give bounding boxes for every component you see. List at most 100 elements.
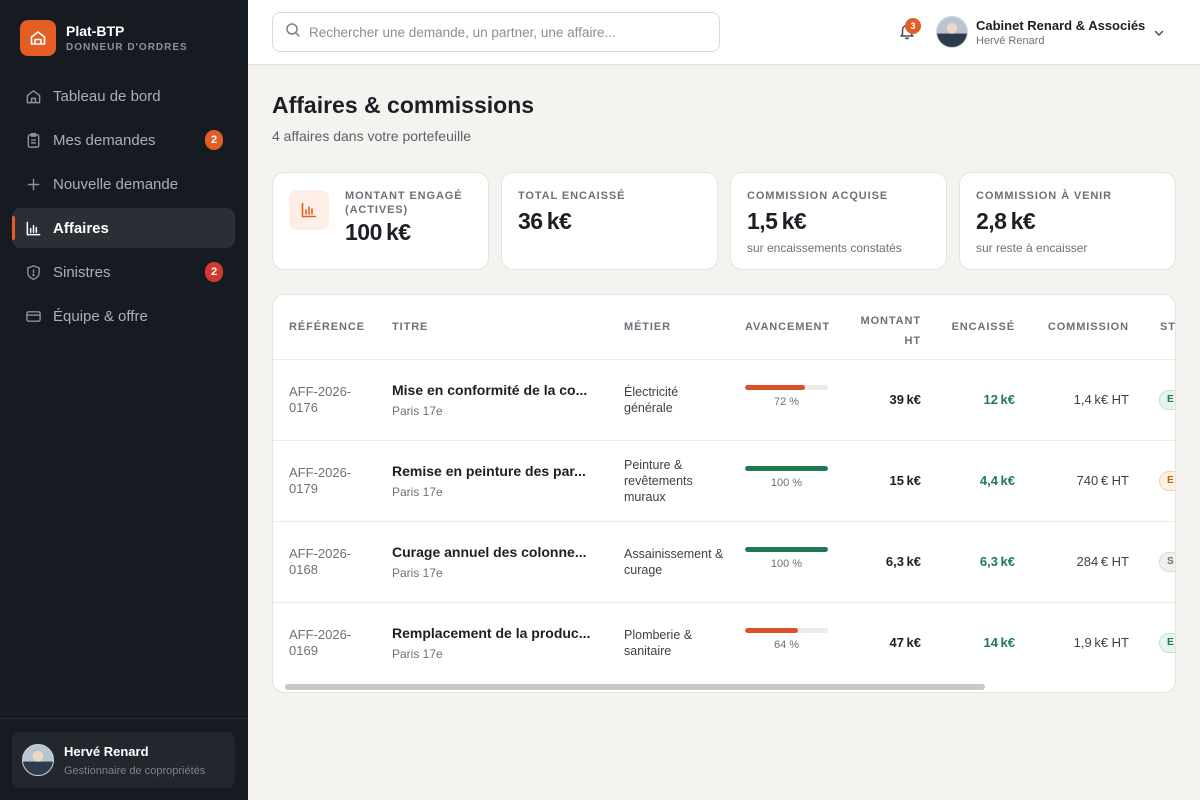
progress-fill [745,385,805,390]
commission: 740 € HT [1076,473,1129,488]
progress: 100 % [745,466,829,489]
stat-value: 36 k€ [518,208,572,234]
progress: 72 % [745,385,829,408]
building-icon [20,20,56,56]
sidebar-item-sinistres[interactable]: Sinistres 2 [12,252,235,292]
sidebar-item-label: Affaires [53,219,109,237]
search-icon [285,22,301,43]
column-header-metier[interactable]: MÉTIER [624,321,671,333]
stat-value: 1,5 k€ [747,208,807,234]
metier: Électricité générale [624,385,679,415]
reference-line: AFF-2026- [289,627,352,642]
metier: Plomberie & sanitaire [624,628,693,658]
stat-label: COMMISSION ACQUISE [747,190,889,202]
sidebar-item-tableau-de-bord[interactable]: Tableau de bord [12,76,235,116]
sidebar: Plat-BTP DONNEUR D'ORDRES Tableau de bor… [0,0,248,800]
reference-line: 0168 [289,562,318,577]
table-row[interactable]: AFF-2026- 0169 Remplacement de la produc… [273,602,1175,683]
reference-line: AFF-2026- [289,384,352,399]
horizontal-scrollbar[interactable] [285,684,985,690]
table-row[interactable]: AFF-2026- 0176 Mise en conformité de la … [273,359,1175,440]
affaire-title: Mise en conformité de la co... [392,382,588,398]
table-row[interactable]: AFF-2026- 0168 Curage annuel des colonne… [273,521,1175,602]
commission: 284 € HT [1076,554,1129,569]
progress-label: 72 % [773,396,800,408]
progress-fill [745,466,828,471]
reference-line: AFF-2026- [289,546,352,561]
account-user: Hervé Renard [976,34,1045,47]
table-row[interactable]: AFF-2026- 0179 Remise en peinture des pa… [273,440,1175,521]
column-header-commission[interactable]: COMMISSION [1033,321,1129,333]
home-icon [24,87,42,105]
plus-icon [24,175,42,193]
encaisse: 6,3 k€ [979,554,1015,569]
montant-ht: 15 k€ [889,473,921,488]
search-input[interactable] [309,24,709,40]
column-header-avancement[interactable]: AVANCEMENT [745,321,830,333]
reference: AFF-2026- 0176 [289,384,379,416]
encaisse: 14 k€ [983,635,1015,650]
stat-note: sur reste à encaisser [976,241,1088,255]
affaire-title: Curage annuel des colonne... [392,544,587,560]
sidebar-item-label: Sinistres [53,263,111,281]
account-menu[interactable]: Cabinet Renard & Associés Hervé Renard [936,16,1145,48]
page-subtitle: 4 affaires dans votre portefeuille [272,128,471,144]
sidebar-item-affaires[interactable]: Affaires [12,208,235,248]
progress-fill [745,547,828,552]
affaire-title: Remise en peinture des par... [392,463,586,479]
column-header-titre[interactable]: TITRE [392,321,428,333]
montant-ht: 39 k€ [889,392,921,407]
count-badge: 2 [205,130,223,150]
progress: 64 % [745,628,829,651]
stat-card-montant-engage: MONTANT ENGAGÉ (ACTIVES) 100 k€ [272,172,489,270]
count-badge: 2 [205,262,223,282]
status-badge: E [1159,633,1175,653]
reference-line: 0179 [289,481,318,496]
search-bar[interactable] [272,12,720,52]
encaisse: 12 k€ [983,392,1015,407]
sidebar-item-equipe-offre[interactable]: Équipe & offre [12,296,235,336]
metier: Assainissement & curage [624,547,724,577]
user-role: Gestionnaire de copropriétés [64,764,206,777]
column-header-montant-ht[interactable]: MONTANT HT [833,311,921,351]
column-header-encaisse[interactable]: ENCAISSÉ [933,321,1015,333]
stat-note: sur encaissements constatés [747,241,902,255]
stat-value: 2,8 k€ [976,208,1036,234]
progress-track [745,385,828,390]
avatar [22,744,54,776]
progress-label: 100 % [770,477,803,489]
commission: 1,4 k€ HT [1073,392,1129,407]
status-badge: E [1159,390,1175,410]
column-header-line: HT [904,335,921,347]
progress-label: 64 % [773,639,800,651]
chevron-down-icon[interactable] [1153,26,1165,44]
reference: AFF-2026- 0168 [289,546,379,578]
brand-subtitle: DONNEUR D'ORDRES [66,42,188,53]
sidebar-item-label: Tableau de bord [53,87,161,105]
bar-chart-icon [289,190,329,230]
progress: 100 % [745,547,829,570]
affaire-location: Paris 17e [392,485,443,499]
reference-line: 0176 [289,400,318,415]
column-header-reference[interactable]: RÉFÉRENCE [289,321,365,333]
affaire-title: Remplacement de la produc... [392,625,591,641]
topbar: 3 Cabinet Renard & Associés Hervé Renard [248,0,1200,65]
stat-label: MONTANT ENGAGÉ (ACTIVES) [345,190,463,216]
sidebar-item-mes-demandes[interactable]: Mes demandes 2 [12,120,235,160]
page-title: Affaires & commissions [272,92,535,118]
brand[interactable]: Plat-BTP DONNEUR D'ORDRES [20,20,188,56]
status-badge: E [1159,471,1175,491]
user-card[interactable]: Hervé Renard Gestionnaire de copropriété… [12,732,235,788]
montant-ht: 47 k€ [889,635,921,650]
stat-card-total-encaisse: TOTAL ENCAISSÉ 36 k€ [501,172,718,270]
progress-label: 100 % [770,558,803,570]
reference: AFF-2026- 0169 [289,627,379,659]
shield-icon [24,263,42,281]
progress-track [745,628,828,633]
sidebar-item-nouvelle-demande[interactable]: Nouvelle demande [12,164,235,204]
sidebar-item-label: Nouvelle demande [53,175,179,193]
bar-chart-icon [24,219,42,237]
column-header-statut[interactable]: ST [1160,321,1175,333]
affaire-location: Paris 17e [392,404,443,418]
metier: Peinture & revêtements muraux [624,458,693,504]
